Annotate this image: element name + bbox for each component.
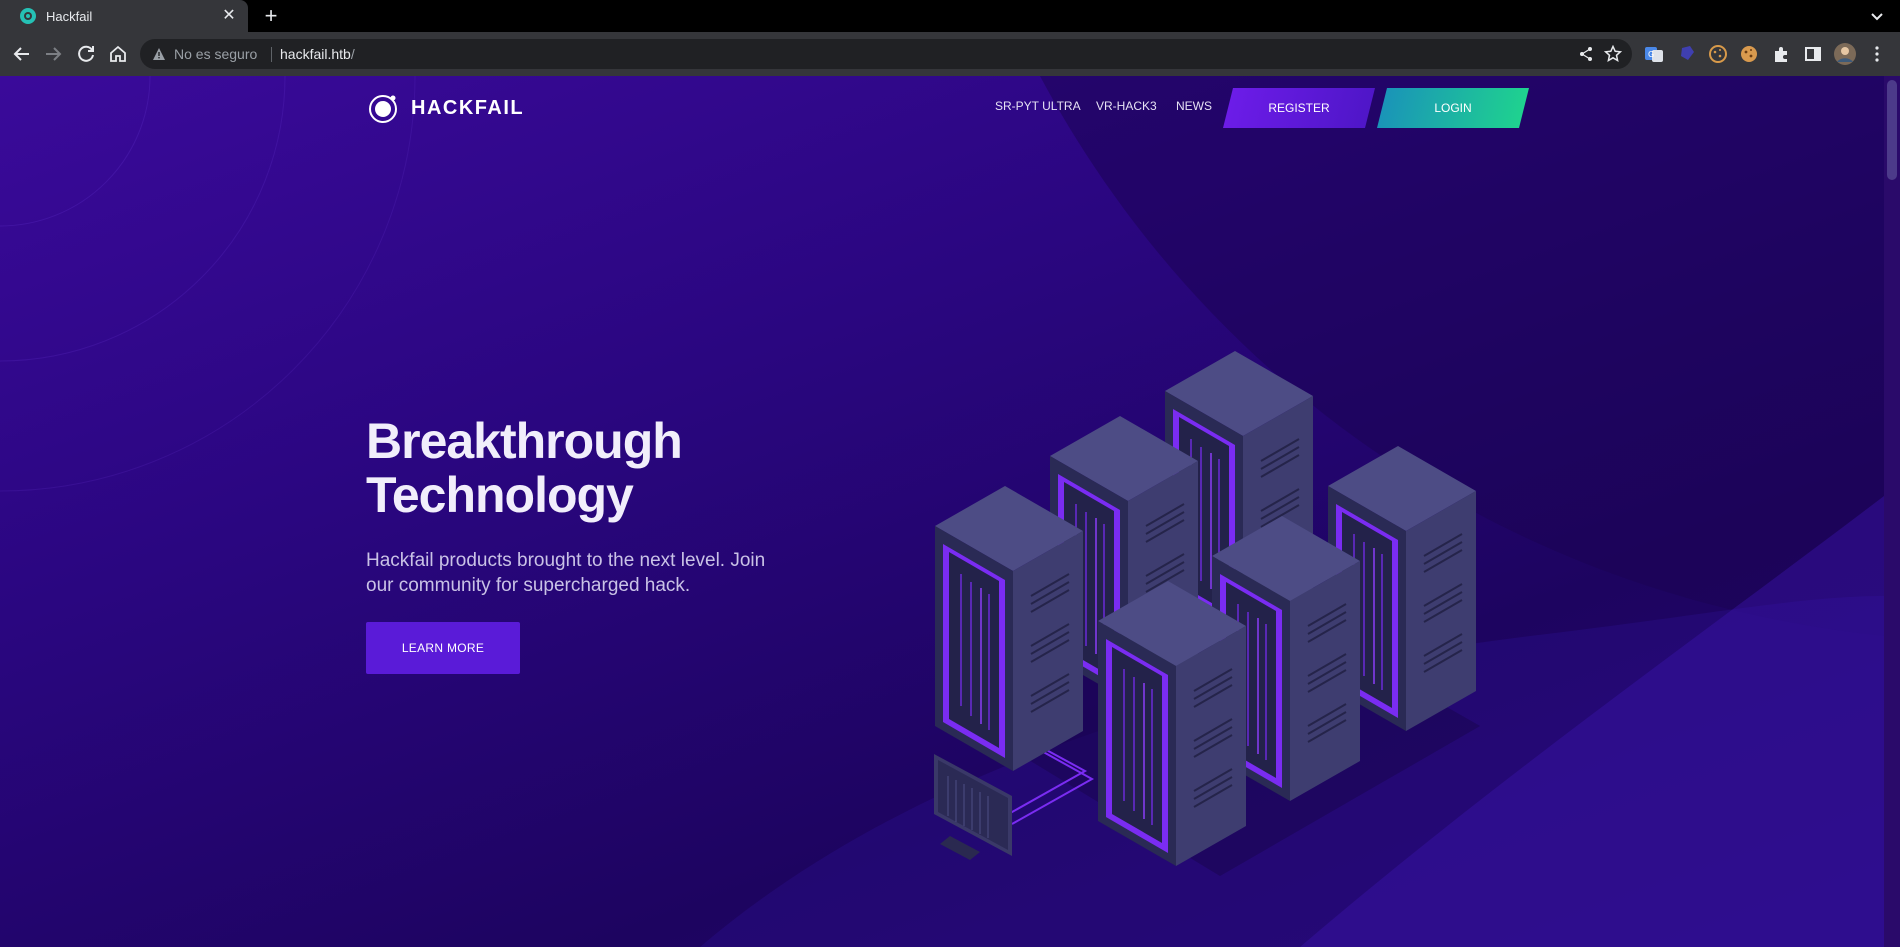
- logo-ring-icon: [369, 95, 397, 123]
- browser-menu-icon[interactable]: [1867, 44, 1887, 64]
- share-icon[interactable]: [1578, 46, 1594, 62]
- server-rack-illustration: [934, 350, 1480, 876]
- nav-link-news[interactable]: NEWS: [1176, 99, 1212, 113]
- bookmark-star-icon[interactable]: [1604, 45, 1622, 63]
- login-button[interactable]: LOGIN: [1377, 88, 1529, 128]
- nav-link-sr-pyt-ultra[interactable]: SR-PYT ULTRA: [995, 99, 1081, 113]
- learn-more-label: LEARN MORE: [401, 641, 485, 655]
- scrollbar-thumb[interactable]: [1887, 80, 1897, 180]
- puzzle-icon[interactable]: [1771, 44, 1791, 64]
- browser-tab[interactable]: Hackfail ✕: [0, 0, 248, 32]
- cookie-icon[interactable]: [1708, 44, 1728, 64]
- logo-text: HACKFAIL: [411, 96, 525, 119]
- register-label: REGISTER: [1268, 101, 1330, 115]
- address-bar[interactable]: No es seguro hackfail.htb/: [140, 39, 1632, 69]
- translate-icon[interactable]: G: [1644, 44, 1664, 64]
- side-panel-icon[interactable]: [1803, 44, 1823, 64]
- login-label: LOGIN: [1434, 101, 1472, 115]
- learn-more-button[interactable]: LEARN MORE: [366, 622, 520, 674]
- site-favicon-icon: [20, 8, 36, 24]
- close-tab-icon[interactable]: ✕: [220, 7, 238, 25]
- hero-title-line2: Technology: [366, 467, 634, 523]
- url-path: /: [350, 46, 355, 62]
- nav-link-vr-hack3[interactable]: VR-HACK3: [1096, 99, 1157, 113]
- forward-icon[interactable]: [41, 42, 65, 66]
- url-text[interactable]: hackfail.htb/: [280, 46, 355, 62]
- hero-title-line1: Breakthrough: [366, 413, 683, 469]
- tab-title: Hackfail: [46, 8, 93, 24]
- register-button[interactable]: REGISTER: [1223, 88, 1375, 128]
- cookie-editor-icon[interactable]: [1739, 44, 1759, 64]
- url-host: hackfail.htb: [280, 46, 351, 62]
- page-content: HACKFAIL SR-PYT ULTRA VR-HACK3 NEWS REGI…: [0, 76, 1884, 947]
- home-icon[interactable]: [106, 42, 130, 66]
- tab-search-chevron-icon[interactable]: [1866, 5, 1888, 27]
- omnibox-divider: [271, 47, 272, 62]
- page-scrollbar[interactable]: [1884, 76, 1900, 947]
- hero-title: Breakthrough Technology: [366, 414, 826, 522]
- tab-strip: Hackfail ✕ +: [0, 0, 1900, 32]
- warning-icon[interactable]: [152, 47, 166, 61]
- back-icon[interactable]: [10, 42, 34, 66]
- hero-subtitle: Hackfail products brought to the next le…: [366, 550, 766, 596]
- svg-text:G: G: [1648, 50, 1654, 59]
- profile-avatar[interactable]: [1834, 43, 1856, 65]
- browser-toolbar: No es seguro hackfail.htb/ G 6: [0, 32, 1900, 98]
- extension-badge-icon[interactable]: [1678, 44, 1698, 64]
- site-logo[interactable]: HACKFAIL: [367, 92, 524, 124]
- reload-icon[interactable]: [74, 42, 98, 66]
- new-tab-button[interactable]: +: [258, 3, 284, 29]
- security-status-text: No es seguro: [174, 46, 258, 62]
